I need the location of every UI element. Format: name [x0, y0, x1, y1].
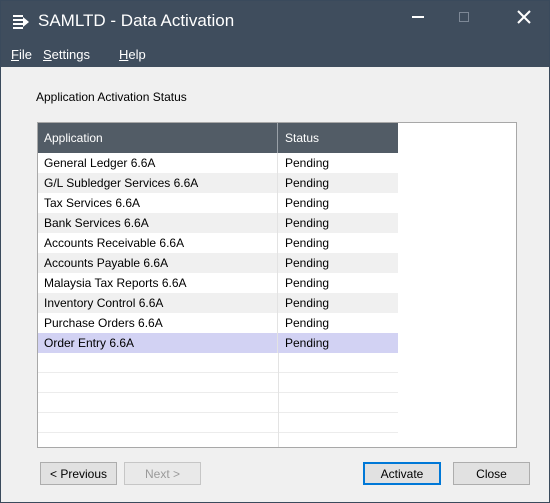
table-row[interactable]: Bank Services 6.6A Pending [38, 213, 398, 233]
empty-row [38, 393, 398, 413]
table-row[interactable]: G/L Subledger Services 6.6A Pending [38, 173, 398, 193]
menu-file[interactable]: File [11, 47, 32, 62]
cell-application: Bank Services 6.6A [38, 213, 278, 233]
column-header-status[interactable]: Status [279, 123, 398, 153]
table-row[interactable]: Purchase Orders 6.6A Pending [38, 313, 398, 333]
cell-application: Accounts Receivable 6.6A [38, 233, 278, 253]
cell-status: Pending [285, 336, 330, 350]
maximize-button [441, 1, 487, 33]
minimize-icon [412, 16, 424, 18]
table-row[interactable]: Accounts Receivable 6.6A Pending [38, 233, 398, 253]
previous-button-label: < Previous [49, 466, 108, 481]
close-button[interactable]: Close [453, 462, 530, 485]
window-title: SAMLTD - Data Activation [38, 11, 235, 30]
column-header-application[interactable]: Application [38, 123, 278, 153]
table-row[interactable]: Inventory Control 6.6A Pending [38, 293, 398, 313]
next-button: Next > [124, 462, 201, 485]
cell-application: G/L Subledger Services 6.6A [38, 173, 278, 193]
cell-application: Tax Services 6.6A [38, 193, 278, 213]
close-button-label: Close [476, 466, 507, 481]
table-header: Application Status [38, 123, 398, 153]
table-row-selected[interactable]: Order Entry 6.6A Pending [38, 333, 398, 353]
cell-application: Accounts Payable 6.6A [38, 253, 278, 273]
table-row[interactable]: Malaysia Tax Reports 6.6A Pending [38, 273, 398, 293]
table-row[interactable]: Tax Services 6.6A Pending [38, 193, 398, 213]
cell-application: Inventory Control 6.6A [38, 293, 278, 313]
cell-application: Purchase Orders 6.6A [38, 313, 278, 333]
cell-application: Malaysia Tax Reports 6.6A [38, 273, 278, 293]
data-activation-window: SAMLTD - Data Activation File Settings H… [0, 0, 550, 503]
activate-button-label: Activate [380, 466, 424, 481]
empty-row [38, 373, 398, 393]
activation-table[interactable]: Application Status General Ledger 6.6A P… [37, 122, 517, 448]
close-window-button[interactable] [501, 1, 547, 33]
cell-status: Pending [285, 296, 330, 310]
empty-row [38, 413, 398, 433]
empty-row [38, 433, 398, 447]
table-row[interactable]: Accounts Payable 6.6A Pending [38, 253, 398, 273]
close-icon [517, 10, 531, 24]
cell-status: Pending [285, 196, 330, 210]
app-icon [13, 14, 29, 30]
cell-application: General Ledger 6.6A [38, 153, 278, 173]
previous-button[interactable]: < Previous [40, 462, 117, 485]
menu-help[interactable]: Help [119, 47, 146, 62]
title-bar[interactable]: SAMLTD - Data Activation [1, 1, 549, 43]
empty-row [38, 353, 398, 373]
cell-status: Pending [285, 276, 330, 290]
table-row[interactable]: General Ledger 6.6A Pending [38, 153, 398, 173]
cell-status: Pending [285, 236, 330, 250]
cell-status: Pending [285, 176, 330, 190]
maximize-icon [459, 12, 469, 22]
section-label: Application Activation Status [36, 90, 187, 104]
activate-button[interactable]: Activate [363, 462, 441, 485]
cell-status: Pending [285, 216, 330, 230]
cell-status: Pending [285, 156, 330, 170]
cell-status: Pending [285, 316, 330, 330]
menu-bar: File Settings Help [1, 43, 549, 67]
cell-application: Order Entry 6.6A [38, 333, 278, 353]
cell-status: Pending [285, 256, 330, 270]
menu-settings[interactable]: Settings [43, 47, 90, 62]
minimize-button[interactable] [395, 1, 441, 33]
next-button-label: Next > [144, 466, 180, 481]
